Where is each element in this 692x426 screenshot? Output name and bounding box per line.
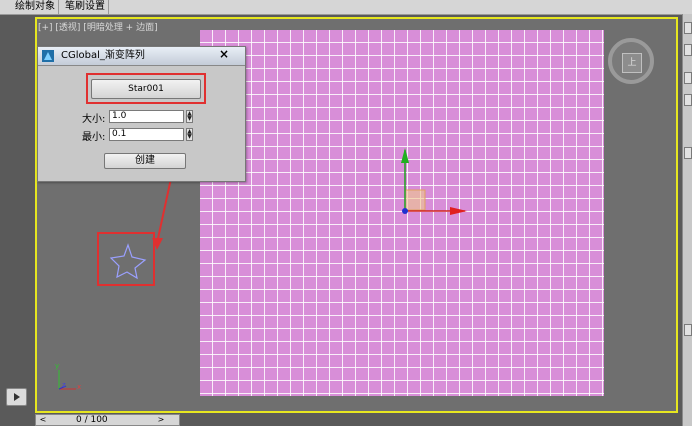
maxscript-icon <box>42 50 54 62</box>
tripod-z-label: z <box>62 381 66 389</box>
dialog-title: CGlobal_渐变阵列 <box>61 50 145 61</box>
viewport-label[interactable]: [+] [透视] [明暗处理 + 边面] <box>38 20 158 33</box>
menu-draw-objects[interactable]: 绘制对象 <box>12 0 59 14</box>
min-input[interactable]: 0.1 <box>109 128 184 141</box>
gradient-array-dialog: CGlobal_渐变阵列 × Star001 大小: 1.0 ▲ ▼ 最小: 0.… <box>37 46 246 182</box>
command-panel-button[interactable] <box>684 94 692 106</box>
tripod-x-label: x <box>77 383 82 391</box>
command-panel-button[interactable] <box>684 147 692 159</box>
size-spinner[interactable]: ▲ ▼ <box>186 110 193 123</box>
dialog-title-bar[interactable]: CGlobal_渐变阵列 × <box>38 47 245 66</box>
menu-brush-settings[interactable]: 笔刷设置 <box>62 0 109 14</box>
command-panel-edge <box>682 14 692 426</box>
play-icon <box>14 393 20 401</box>
tripod-y-label: y <box>55 362 60 370</box>
command-panel-button[interactable] <box>684 44 692 56</box>
viewcube-top-face[interactable]: 上 <box>622 53 642 73</box>
pick-object-highlight-box <box>86 73 206 104</box>
plane-object-grid[interactable] <box>200 30 604 396</box>
create-button[interactable]: 创建 <box>104 153 186 169</box>
min-spinner[interactable]: ▲ ▼ <box>186 128 193 141</box>
close-button[interactable]: × <box>204 47 244 63</box>
time-next-button[interactable]: > <box>154 415 168 425</box>
viewcube[interactable]: 上 <box>608 38 654 84</box>
expand-track-button[interactable] <box>6 388 27 406</box>
star-highlight-box <box>97 232 155 286</box>
size-label: 大小: <box>82 114 106 125</box>
time-prev-button[interactable]: < <box>36 415 50 425</box>
command-panel-button[interactable] <box>684 72 692 84</box>
command-panel-button[interactable] <box>684 22 692 34</box>
command-panel-button[interactable] <box>684 324 692 336</box>
menu-bar: 绘制对象 笔刷设置 <box>0 0 692 15</box>
time-slider[interactable]: < 0 / 100 > <box>35 414 180 426</box>
min-label: 最小: <box>82 132 106 143</box>
time-position: 0 / 100 <box>76 415 108 425</box>
size-input[interactable]: 1.0 <box>109 110 184 123</box>
